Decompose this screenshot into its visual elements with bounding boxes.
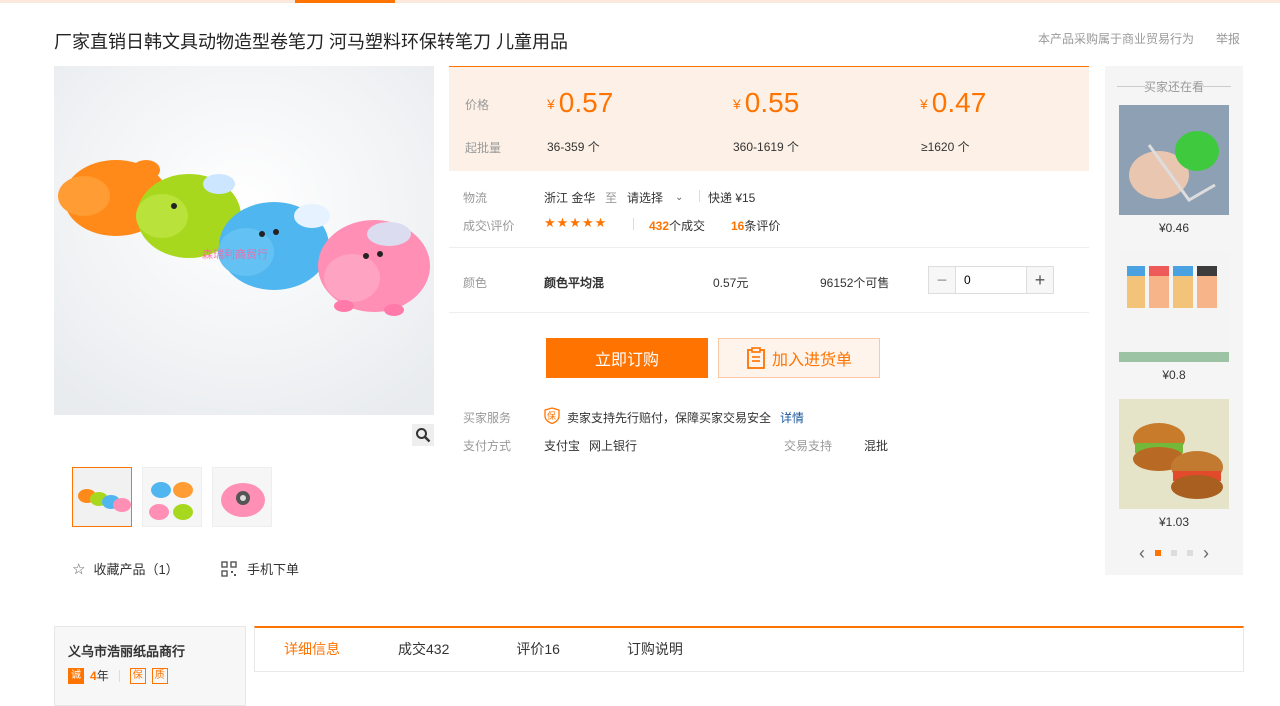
- tab-order-notes[interactable]: 订购说明: [589, 628, 712, 672]
- review-count[interactable]: 16条评价: [731, 217, 780, 234]
- shop-info: 义乌市浩丽纸品商行 诚 4 年 保 质: [54, 626, 246, 706]
- chevron-right-icon[interactable]: ›: [1203, 543, 1209, 564]
- top-accent-line: [0, 0, 1280, 3]
- trade-notice-link[interactable]: 本产品采购属于商业贸易行为: [1038, 30, 1194, 47]
- also-viewed-price-3: ¥1.03: [1158, 515, 1190, 529]
- zoom-icon[interactable]: [412, 424, 434, 446]
- tab-reviews[interactable]: 评价16: [478, 628, 589, 672]
- destination-select[interactable]: 请选择 ⌄: [627, 189, 683, 206]
- report-link[interactable]: 举报: [1216, 30, 1240, 47]
- trade-support-value: 混批: [864, 439, 889, 453]
- divider-line: [449, 247, 1089, 248]
- favorite-label: 收藏产品（1）: [93, 562, 179, 577]
- product-title: 厂家直销日韩文具动物造型卷笔刀 河马塑料环保转笔刀 儿童用品: [54, 32, 568, 52]
- quality-badge-icon: 质: [151, 667, 168, 684]
- trust-years-unit: 年: [96, 669, 109, 683]
- top-accent-segment: [295, 0, 395, 3]
- tab-deals[interactable]: 成交432: [369, 628, 478, 672]
- price-panel: 价格 起批量 ¥0.57 ¥0.55 ¥0.47 36-359 个 360-16…: [449, 66, 1089, 171]
- payment-method-2: 网上银行: [589, 439, 638, 453]
- also-viewed-item-2[interactable]: [1119, 252, 1229, 362]
- guarantee-details-link[interactable]: 详情: [780, 409, 804, 426]
- also-viewed-item-1[interactable]: [1119, 105, 1229, 215]
- price-tier-1: ¥0.57: [547, 87, 614, 118]
- minus-button[interactable]: −: [929, 267, 956, 293]
- carousel-dot-2[interactable]: [1171, 550, 1177, 556]
- star-outline-icon: ☆: [72, 560, 86, 578]
- also-viewed-price-1: ¥0.46: [1158, 221, 1190, 235]
- qty-tier-1: 36-359 个: [547, 140, 600, 154]
- mobile-order-button[interactable]: 手机下单: [221, 559, 299, 578]
- logistics-label: 物流: [463, 191, 488, 205]
- payment-method-1: 支付宝: [544, 439, 581, 453]
- carousel-dot-1[interactable]: [1155, 550, 1161, 556]
- color-label: 颜色: [463, 276, 488, 290]
- also-viewed-title: 买家还在看: [1105, 78, 1243, 95]
- divider: [118, 669, 120, 682]
- variant-price: 0.57元: [713, 276, 749, 290]
- destination-value: 请选择: [627, 191, 664, 205]
- divider: [633, 218, 634, 230]
- quantity-input[interactable]: [956, 267, 1026, 293]
- guarantee-text: 卖家支持先行赔付，保障买家交易安全: [567, 411, 772, 425]
- detail-tabs: 详细信息 成交432 评价16 订购说明: [254, 626, 1244, 672]
- hippo-sharpeners-image: [54, 66, 434, 415]
- quantity-stepper: − +: [928, 266, 1054, 294]
- shop-badges: 诚 4 年 保 质: [68, 667, 168, 684]
- trust-years-value: 4: [90, 668, 97, 683]
- variant-name: 颜色平均混: [544, 276, 605, 290]
- variant-stock: 96152个可售: [820, 276, 890, 290]
- price-label: 价格: [465, 98, 490, 112]
- price-tier-3: ¥0.47: [920, 87, 987, 118]
- mobile-order-label: 手机下单: [247, 562, 300, 577]
- logistics-origin: 浙江 金华: [544, 191, 596, 205]
- qr-code-icon: [221, 560, 237, 577]
- buyer-service-label: 买家服务: [463, 411, 512, 425]
- trust-years-icon: 诚: [68, 667, 84, 684]
- moq-label: 起批量: [465, 141, 502, 155]
- top-links: 本产品采购属于商业贸易行为 举报: [1038, 30, 1240, 47]
- reviews-label: 成交\评价: [463, 219, 515, 233]
- clipboard-icon: [747, 347, 765, 369]
- favorite-button[interactable]: ☆ 收藏产品（1）: [72, 559, 179, 578]
- chevron-left-icon[interactable]: ‹: [1139, 543, 1145, 564]
- also-viewed-item-3[interactable]: [1119, 399, 1229, 509]
- image-watermark: 森瑞利商贸行: [202, 249, 268, 261]
- rating-stars: ★★★★★: [544, 215, 608, 230]
- plus-button[interactable]: +: [1026, 267, 1053, 293]
- thumbnail-2[interactable]: [142, 467, 202, 527]
- tab-details[interactable]: 详细信息: [255, 628, 369, 672]
- price-tier-2: ¥0.55: [733, 87, 800, 118]
- shop-name[interactable]: 义乌市浩丽纸品商行: [68, 641, 185, 660]
- buy-now-button[interactable]: 立即订购: [546, 338, 708, 378]
- qty-tier-2: 360-1619 个: [733, 140, 800, 154]
- qty-tier-3: ≥1620 个: [921, 140, 970, 154]
- add-to-cart-label: 加入进货单: [771, 352, 852, 369]
- chevron-down-icon: ⌄: [675, 192, 684, 203]
- guarantee-badge-icon: 保: [129, 667, 146, 684]
- trade-support-label: 交易支持: [784, 439, 833, 453]
- shield-icon: 保: [544, 407, 560, 425]
- carousel-controls: ‹ ›: [1105, 541, 1243, 565]
- logistics-to: 至: [605, 191, 618, 205]
- carousel-dot-3[interactable]: [1187, 550, 1193, 556]
- main-product-image[interactable]: 森瑞利商贸行: [54, 66, 434, 415]
- add-to-cart-button[interactable]: 加入进货单: [718, 338, 880, 378]
- also-viewed-price-2: ¥0.8: [1162, 368, 1186, 382]
- deals-count[interactable]: 432个成交: [649, 217, 705, 234]
- express-fee: 快递 ¥15: [708, 191, 756, 205]
- payment-label: 支付方式: [463, 439, 512, 453]
- divider-line: [449, 312, 1089, 313]
- thumbnail-1[interactable]: [72, 467, 132, 527]
- also-viewed-sidebar: 买家还在看 ¥0.46 ¥0.8 ¥1.03: [1105, 66, 1243, 575]
- divider: [699, 190, 700, 202]
- thumbnail-3[interactable]: [212, 467, 272, 527]
